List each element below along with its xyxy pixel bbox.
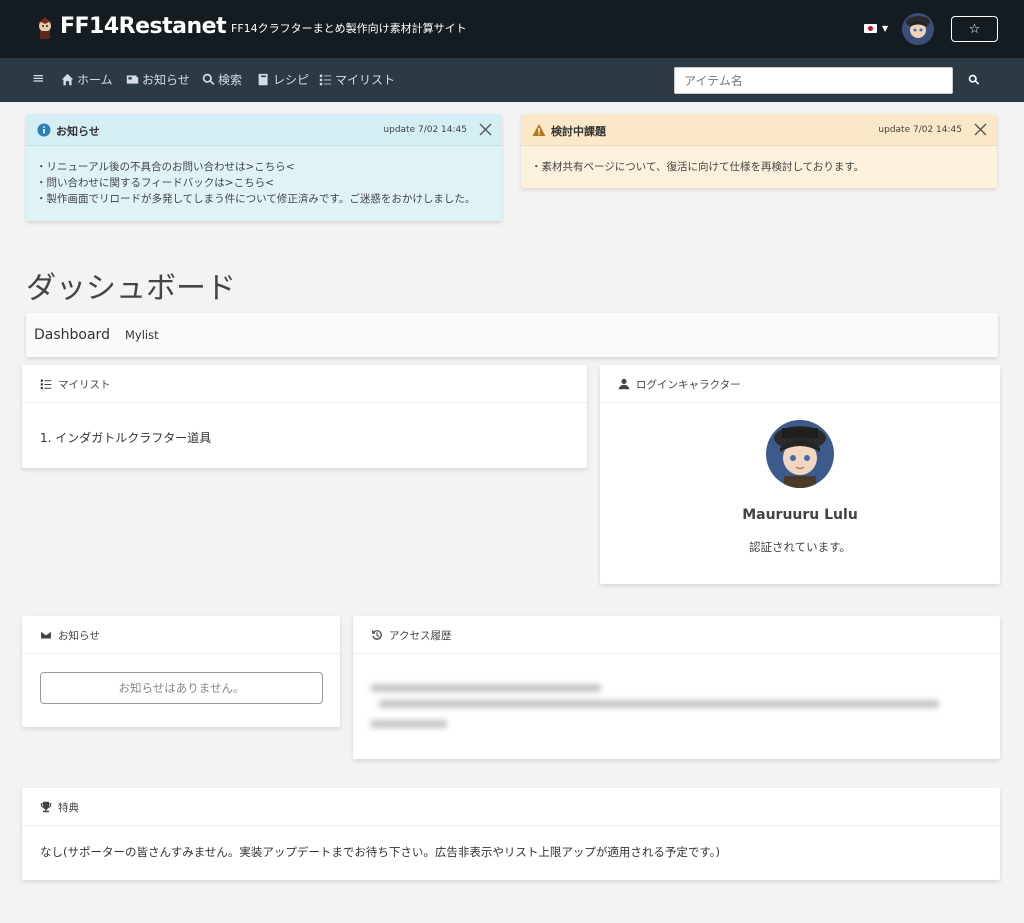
nav-item-search[interactable]: 検索: [202, 71, 242, 88]
chevron-down-icon[interactable]: ▼: [882, 24, 888, 33]
card-title: 特典: [58, 802, 79, 814]
book-icon: [258, 73, 268, 86]
newspaper-icon: [126, 75, 139, 84]
site-tagline: FF14クラフターまとめ製作向け素材計算サイト: [231, 22, 467, 35]
card-title: アクセス履歴: [389, 630, 452, 642]
info-alert: お知らせ update 7/02 14:45 ・リニューアル後の不具合のお問い合…: [26, 114, 502, 221]
item-search-input[interactable]: [674, 67, 953, 94]
nav-item-label: ホーム: [77, 73, 113, 87]
close-icon[interactable]: [479, 123, 492, 136]
warning-icon: [532, 124, 546, 136]
card-title: お知らせ: [58, 630, 100, 642]
card-title: ログインキャラクター: [636, 379, 741, 391]
alert-line[interactable]: ・問い合わせに関するフィードバックは>こちら<: [36, 175, 475, 191]
search-button[interactable]: [967, 73, 981, 87]
card-header: 特典: [22, 788, 1000, 826]
auth-status: 認証されています。: [748, 540, 851, 554]
tab-mylist[interactable]: Mylist: [125, 328, 159, 342]
alert-line: ・素材共有ページについて、復活に向けて仕様を再検討しております。: [531, 161, 865, 173]
nav-item-label: レシピ: [273, 73, 310, 87]
card-header: マイリスト: [22, 365, 587, 403]
nav-item-label: マイリスト: [335, 73, 396, 87]
alert-body: ・リニューアル後の不具合のお問い合わせは>こちら< ・問い合わせに関するフィード…: [36, 159, 475, 207]
search-icon: [202, 73, 215, 86]
tab-dashboard[interactable]: Dashboard: [34, 327, 110, 343]
login-character-card: ログインキャラクター Mauruuru Lulu 認証されています。: [600, 365, 1000, 584]
nav-item-recipe[interactable]: レシピ: [257, 71, 309, 88]
history-icon: [372, 630, 382, 640]
nav-item-label: 検索: [218, 73, 243, 87]
blurred-history-entry: [371, 684, 601, 692]
page-title: ダッシュボード: [26, 271, 236, 306]
news-card: お知らせ お知らせはありません。: [22, 616, 340, 727]
mylist-card: マイリスト 1. インダガトルクラフター道具: [22, 365, 587, 468]
nav-item-mylist[interactable]: マイリスト: [319, 71, 395, 88]
logo-icon[interactable]: [34, 16, 56, 40]
alert-line[interactable]: ・リニューアル後の不具合のお問い合わせは>こちら<: [36, 159, 475, 175]
alert-header: お知らせ update 7/02 14:45: [26, 114, 502, 146]
nav-item-home[interactable]: ホーム: [61, 71, 113, 88]
empty-news-message: お知らせはありません。: [40, 672, 323, 704]
home-icon: [61, 73, 74, 86]
character-name: Mauruuru Lulu: [742, 507, 858, 523]
alert-body: ・素材共有ページについて、復活に向けて仕様を再検討しております。: [531, 159, 864, 175]
access-history-card: アクセス履歴: [353, 616, 1000, 759]
tab-bar: Dashboard Mylist: [26, 313, 998, 357]
perks-card: 特典 なし(サポーターの皆さんすみません。実装アップデートまでお待ち下さい。広告…: [22, 788, 1000, 880]
alert-title: お知らせ: [56, 125, 100, 138]
card-header: お知らせ: [22, 616, 340, 654]
brand-title[interactable]: FF14Restanet: [60, 14, 227, 39]
top-header: FF14Restanet FF14クラフターまとめ製作向け素材計算サイト ▼ ☆: [0, 0, 1024, 58]
close-icon[interactable]: [974, 123, 987, 136]
alert-update-time: update 7/02 14:45: [383, 125, 467, 135]
list-icon: [40, 379, 52, 390]
language-flag-icon[interactable]: [864, 24, 877, 33]
character-avatar: [766, 420, 834, 488]
nav-item-news[interactable]: お知らせ: [126, 71, 190, 88]
info-icon: [37, 123, 51, 137]
menu-icon[interactable]: ≡: [32, 69, 45, 87]
list-item[interactable]: 1. インダガトルクラフター道具: [40, 429, 211, 446]
card-header: ログインキャラクター: [600, 365, 1000, 403]
alert-line: ・製作画面でリロードが多発してしまう件について修正済みです。ご迷惑をおかけしまし…: [36, 193, 476, 205]
envelope-icon: [40, 630, 52, 640]
favorite-button[interactable]: ☆: [951, 16, 998, 42]
blurred-history-entry: [379, 700, 939, 708]
trophy-icon: [40, 801, 52, 813]
alert-title: 検討中課題: [551, 125, 606, 138]
user-avatar[interactable]: [902, 13, 934, 45]
nav-item-label: お知らせ: [142, 73, 190, 87]
perks-text: なし(サポーターの皆さんすみません。実装アップデートまでお待ち下さい。広告非表示…: [40, 845, 720, 859]
alert-header: 検討中課題 update 7/02 14:45: [521, 114, 997, 146]
card-title: マイリスト: [58, 379, 111, 391]
warning-alert: 検討中課題 update 7/02 14:45 ・素材共有ページについて、復活に…: [521, 114, 997, 188]
list-icon: [319, 74, 332, 86]
blurred-history-entry: [371, 720, 447, 728]
alert-update-time: update 7/02 14:45: [878, 125, 962, 135]
user-icon: [618, 378, 630, 390]
card-header: アクセス履歴: [353, 616, 1000, 654]
